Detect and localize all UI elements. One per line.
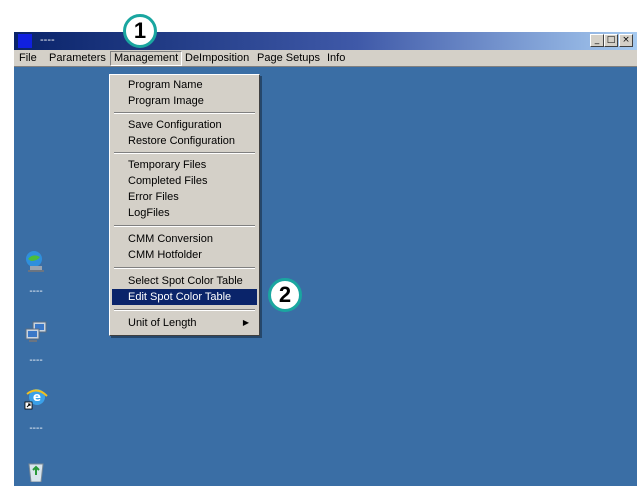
internet-explorer-icon[interactable]: e xyxy=(24,386,48,410)
title-bar[interactable]: ---- _ □ × xyxy=(14,32,637,50)
menu-item-cmm-conversion[interactable]: CMM Conversion xyxy=(112,231,257,247)
computer-icon[interactable] xyxy=(24,250,48,274)
callout-step-1: 1 xyxy=(123,14,157,48)
app-icon xyxy=(18,34,32,48)
menu-deimposition[interactable]: DeImposition xyxy=(182,51,252,66)
menu-item-program-name[interactable]: Program Name xyxy=(112,77,257,93)
menu-separator xyxy=(114,225,255,227)
menu-separator xyxy=(114,112,255,114)
close-button[interactable]: × xyxy=(619,34,633,47)
desktop-icon-label: ---- xyxy=(29,286,43,297)
menu-item-label: Unit of Length xyxy=(128,317,197,329)
menu-bar: File Parameters Management DeImposition … xyxy=(14,50,637,67)
menu-item-completed-files[interactable]: Completed Files xyxy=(112,173,257,189)
menu-item-logfiles[interactable]: LogFiles xyxy=(112,205,257,221)
desktop-icon-label: ---- xyxy=(29,355,43,366)
submenu-arrow-icon: ▶ xyxy=(242,318,249,327)
management-dropdown: Program Name Program Image Save Configur… xyxy=(109,74,260,336)
callout-step-2: 2 xyxy=(268,278,302,312)
recycle-bin-icon[interactable] xyxy=(24,458,48,482)
menu-item-error-files[interactable]: Error Files xyxy=(112,189,257,205)
menu-page-setups[interactable]: Page Setups xyxy=(254,51,323,66)
menu-info[interactable]: Info xyxy=(324,51,348,66)
menu-file[interactable]: File xyxy=(16,51,40,66)
menu-parameters[interactable]: Parameters xyxy=(46,51,109,66)
menu-item-select-spot-color-table[interactable]: Select Spot Color Table xyxy=(112,273,257,289)
desktop-icon-label: ---- xyxy=(29,423,43,434)
menu-item-temporary-files[interactable]: Temporary Files xyxy=(112,157,257,173)
menu-management[interactable]: Management xyxy=(110,51,183,66)
menu-separator xyxy=(114,267,255,269)
network-icon[interactable] xyxy=(24,320,48,344)
window-title: ---- xyxy=(40,34,55,46)
menu-item-save-configuration[interactable]: Save Configuration xyxy=(112,117,257,133)
menu-item-edit-spot-color-table[interactable]: Edit Spot Color Table xyxy=(112,289,257,305)
application-window: ---- _ □ × File Parameters Management De… xyxy=(14,32,637,486)
menu-separator xyxy=(114,152,255,154)
menu-item-cmm-hotfolder[interactable]: CMM Hotfolder xyxy=(112,247,257,263)
menu-item-restore-configuration[interactable]: Restore Configuration xyxy=(112,133,257,149)
maximize-button[interactable]: □ xyxy=(604,34,618,47)
menu-item-program-image[interactable]: Program Image xyxy=(112,93,257,109)
menu-item-unit-of-length[interactable]: Unit of Length ▶ xyxy=(112,315,257,331)
minimize-button[interactable]: _ xyxy=(590,34,604,47)
menu-separator xyxy=(114,309,255,311)
